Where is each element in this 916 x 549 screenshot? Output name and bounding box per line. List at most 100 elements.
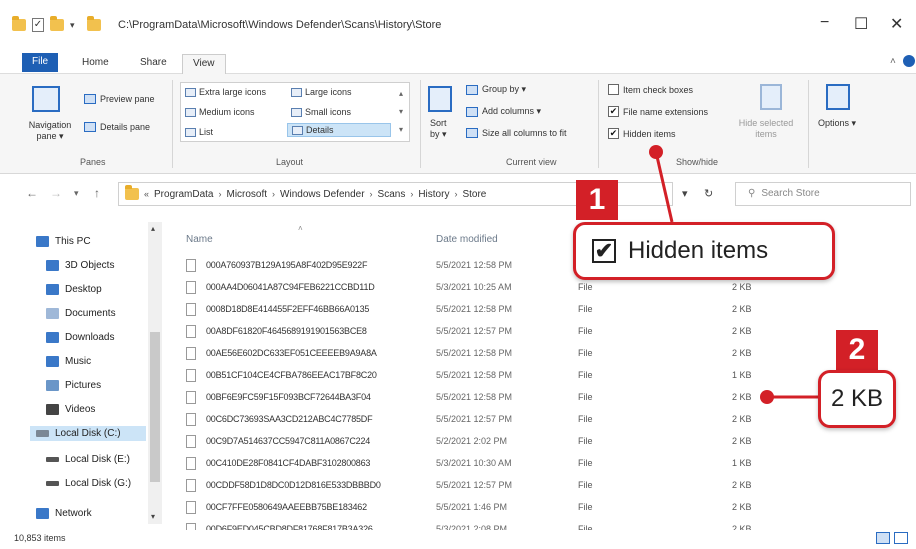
nav-item-videos[interactable]: Videos xyxy=(46,404,95,415)
table-row[interactable]: 00CDDF58D1D8DC0D12D816E533DBBBD0 5/5/2021… xyxy=(186,476,906,495)
file-icon xyxy=(186,435,196,448)
table-row[interactable]: 00C410DE28F0841CF4DABF3102800863 5/3/2021… xyxy=(186,454,906,473)
breadcrumb-item[interactable]: Store xyxy=(462,189,486,200)
ribbon-divider xyxy=(598,80,599,168)
tab-file[interactable]: File xyxy=(22,53,59,72)
hidden-items-toggle[interactable]: ✔ Hidden items xyxy=(608,128,676,139)
scroll-up-icon[interactable]: ▴ xyxy=(151,224,155,233)
breadcrumb-item[interactable]: History xyxy=(418,189,449,200)
qat-dropdown-icon[interactable]: ▾ xyxy=(70,20,75,31)
maximize-button[interactable]: ☐ xyxy=(854,14,868,34)
tab-home[interactable]: Home xyxy=(72,54,119,74)
table-row[interactable]: 00C6DC73693SAA3CD212ABC4C7785DF 5/5/2021 … xyxy=(186,410,906,429)
checkbox-checked-icon: ✔ xyxy=(608,106,619,117)
file-icon xyxy=(186,347,196,360)
up-arrow-icon[interactable]: ↑ xyxy=(94,186,100,200)
address-bar-row: ← → ▾ ↑ « ProgramData › Microsoft › Wind… xyxy=(0,176,916,210)
forward-arrow-icon[interactable]: → xyxy=(50,186,62,200)
properties-icon[interactable]: ✓ xyxy=(32,18,44,32)
refresh-icon[interactable]: ↻ xyxy=(704,187,713,200)
layout-details[interactable]: Details xyxy=(287,123,391,137)
breadcrumb-item[interactable]: ProgramData xyxy=(154,189,213,200)
large-icons-view-icon[interactable] xyxy=(894,532,908,544)
layout-extra-large-icons[interactable]: Extra large icons xyxy=(185,87,266,97)
navigation-pane-button[interactable]: Navigation pane ▾ xyxy=(20,120,80,142)
tab-view[interactable]: View xyxy=(182,54,226,75)
file-name: 0008D18D8E414455F2EFF46BB66A0135 xyxy=(206,304,370,314)
minimize-button[interactable]: − xyxy=(820,14,829,32)
breadcrumb-item[interactable]: Scans xyxy=(378,189,406,200)
preview-pane-button[interactable]: Preview pane xyxy=(84,94,155,104)
file-size: 2 KB xyxy=(732,392,752,402)
list-icon xyxy=(185,127,196,137)
pictures-icon xyxy=(46,380,59,391)
details-view-icon[interactable] xyxy=(876,532,890,544)
hide-selected-items-button[interactable]: Hide selected items xyxy=(736,118,796,140)
nav-item-network[interactable]: Network xyxy=(36,508,92,519)
search-icon: ⚲ xyxy=(748,188,756,199)
group-by-button[interactable]: Group by ▾ xyxy=(466,84,526,95)
ribbon-collapse-icon[interactable]: ˄ xyxy=(890,56,896,67)
breadcrumb-overflow-icon[interactable]: « xyxy=(144,189,149,199)
column-header-date-modified[interactable]: Date modified xyxy=(436,234,498,245)
nav-item-desktop[interactable]: Desktop xyxy=(46,284,102,295)
layout-medium-icons[interactable]: Medium icons xyxy=(185,107,255,117)
layout-item-label: Medium icons xyxy=(199,107,255,117)
options-icon xyxy=(826,84,850,110)
chevron-right-icon: › xyxy=(369,189,373,199)
options-button[interactable]: Options ▾ xyxy=(818,118,858,129)
column-header-name[interactable]: Name xyxy=(186,234,213,245)
add-columns-button[interactable]: Add columns ▾ xyxy=(466,106,541,117)
nav-item-local-disk-g[interactable]: Local Disk (G:) xyxy=(46,478,131,489)
table-row[interactable]: 00B51CF104CE4CFBA786EEAC17BF8C20 5/5/2021… xyxy=(186,366,906,385)
file-date-modified: 5/3/2021 10:25 AM xyxy=(436,282,512,292)
details-pane-label: Details pane xyxy=(100,122,151,132)
breadcrumb-item[interactable]: Windows Defender xyxy=(280,189,364,200)
scrollbar-thumb[interactable] xyxy=(150,332,160,482)
file-name-extensions-toggle[interactable]: ✔ File name extensions xyxy=(608,106,708,117)
add-columns-icon xyxy=(466,106,478,117)
file-type: File xyxy=(578,304,593,314)
layout-large-icons[interactable]: Large icons xyxy=(291,87,352,97)
close-button[interactable]: ✕ xyxy=(890,14,903,34)
table-row[interactable]: 00CF7FFE0580649AAEEBB75BE183462 5/5/2021 … xyxy=(186,498,906,517)
layout-scroll-icon[interactable]: ▴ ▾ ▾ xyxy=(399,85,403,139)
file-name: 00C6DC73693SAA3CD212ABC4C7785DF xyxy=(206,414,373,424)
nav-item-this-pc[interactable]: This PC xyxy=(36,236,91,247)
recent-locations-icon[interactable]: ▾ xyxy=(74,188,79,199)
nav-item-downloads[interactable]: Downloads xyxy=(46,332,114,343)
nav-item-label: Network xyxy=(55,508,92,519)
search-input[interactable]: ⚲ Search Store xyxy=(735,182,911,206)
nav-item-pictures[interactable]: Pictures xyxy=(46,380,101,391)
nav-item-music[interactable]: Music xyxy=(46,356,91,367)
tab-share[interactable]: Share xyxy=(130,54,177,74)
sort-by-button[interactable]: Sort by ▾ xyxy=(430,118,454,140)
size-all-columns-button[interactable]: Size all columns to fit xyxy=(466,128,567,138)
table-row[interactable]: 00A8DF61820F4645689191901563BCE8 5/5/2021… xyxy=(186,322,906,341)
callout-hidden-items-label: Hidden items xyxy=(628,237,769,264)
item-check-boxes-toggle[interactable]: Item check boxes xyxy=(608,84,693,95)
table-row[interactable]: 00AE56E602DC633EF051CEEEEB9A9A8A 5/5/2021… xyxy=(186,344,906,363)
nav-item-local-disk-e[interactable]: Local Disk (E:) xyxy=(46,454,130,465)
back-arrow-icon[interactable]: ← xyxy=(26,186,38,200)
layout-list[interactable]: List xyxy=(185,127,213,137)
scroll-down-icon[interactable]: ▾ xyxy=(151,512,155,521)
address-dropdown-icon[interactable]: ▾ xyxy=(682,187,688,200)
nav-pane-scrollbar[interactable]: ▴ ▾ xyxy=(148,222,162,524)
nav-item-3d-objects[interactable]: 3D Objects xyxy=(46,260,114,271)
nav-item-local-disk-c[interactable]: Local Disk (C:) xyxy=(30,426,146,441)
new-folder-icon[interactable] xyxy=(50,16,64,31)
layout-small-icons[interactable]: Small icons xyxy=(291,107,351,117)
table-row[interactable]: 000AA4D06041A87C94FEB6221CCBD11D 5/3/2021… xyxy=(186,278,906,297)
breadcrumb-item[interactable]: Microsoft xyxy=(226,189,267,200)
nav-item-label: Local Disk (G:) xyxy=(65,478,132,489)
nav-item-documents[interactable]: Documents xyxy=(46,308,116,319)
table-row[interactable]: 00BF6E9FC59F15F093BCF72644BA3F04 5/5/2021… xyxy=(186,388,906,407)
help-icon[interactable] xyxy=(903,55,915,67)
file-type: File xyxy=(578,370,593,380)
videos-icon xyxy=(46,404,59,415)
table-row[interactable]: 0008D18D8E414455F2EFF46BB66A0135 5/5/2021… xyxy=(186,300,906,319)
details-pane-button[interactable]: Details pane xyxy=(84,122,150,132)
table-row[interactable]: 00C9D7A514637CC5947C811A0867C224 5/2/2021… xyxy=(186,432,906,451)
file-date-modified: 5/5/2021 12:58 PM xyxy=(436,304,513,314)
